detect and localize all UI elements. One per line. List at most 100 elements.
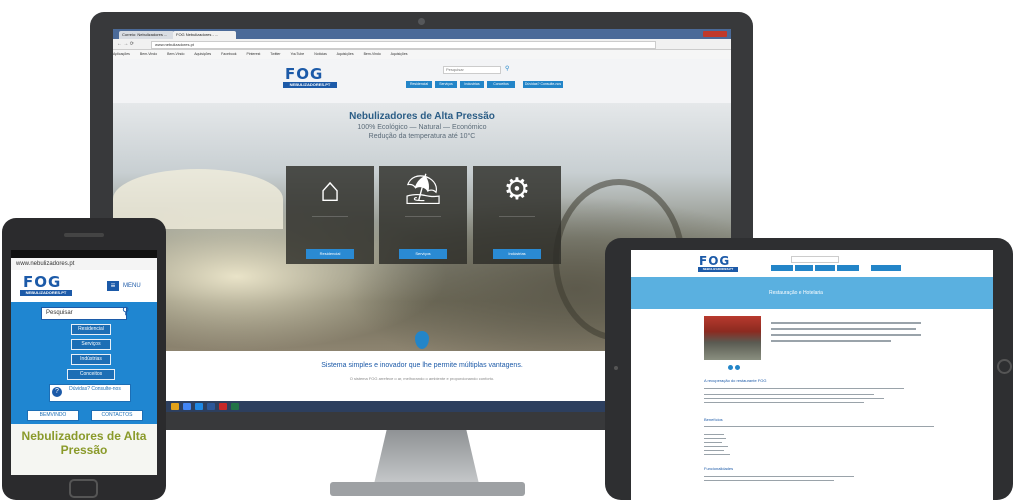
text-line <box>704 480 834 481</box>
bookmarks-bar: Aplicações Bem-Vindo Bem-Vindo Aquisiçõe… <box>113 50 731 59</box>
nav-conceitos[interactable]: Conceitos <box>487 81 515 88</box>
text-line <box>704 438 726 439</box>
url-input[interactable]: www.nebulizadores.pt <box>151 41 656 49</box>
bookmark[interactable]: YouTube <box>290 52 304 56</box>
bookmark[interactable]: Facebook <box>221 52 236 56</box>
carousel-dot[interactable] <box>728 365 733 370</box>
monitor-stand-base <box>330 482 525 496</box>
bookmark[interactable]: Aquisições <box>337 52 354 56</box>
text-line <box>704 434 724 435</box>
tablet-nav-item[interactable] <box>837 265 859 271</box>
phone-menu-label[interactable]: MENU <box>123 283 141 289</box>
card-description: ———————————— <box>312 214 348 218</box>
bookmark[interactable]: Pinterest <box>247 52 261 56</box>
tablet-nav-item[interactable] <box>815 265 835 271</box>
question-icon: ? <box>52 387 62 397</box>
tablet-contact-button[interactable] <box>871 265 901 271</box>
tablet-section-heading: Funcionalidades <box>704 466 734 471</box>
phone-menu-item[interactable]: Conceitos <box>67 369 115 380</box>
nav-industrias[interactable]: Industrias <box>460 81 484 88</box>
tablet-section-heading: Benefícios <box>704 417 723 422</box>
tablet-nav-item[interactable] <box>771 265 793 271</box>
hero-subtitle: 100% Ecológico — Natural — Económico <box>357 124 487 131</box>
skype-icon[interactable] <box>195 403 203 410</box>
text-line <box>704 450 724 451</box>
bookmark[interactable]: Notícias <box>314 52 327 56</box>
tablet-camera-dot <box>614 366 618 370</box>
search-icon[interactable]: ⚲ <box>505 65 509 72</box>
bookmark[interactable]: Aplicações <box>113 52 130 56</box>
bookmark[interactable]: Bem-Vindo <box>364 52 381 56</box>
phone-logo[interactable]: FOG <box>23 273 61 291</box>
card-description: ———————————— <box>499 214 535 218</box>
card-description: ———————————— <box>405 214 441 218</box>
band-text: O sistema FOG arrefece o ar, melhorando … <box>349 376 495 381</box>
text-line <box>704 426 934 427</box>
search-icon[interactable]: ⚲ <box>122 306 129 317</box>
bookmark[interactable]: Twitter <box>270 52 280 56</box>
phone-menu-item[interactable]: Indústrias <box>71 354 111 365</box>
text-line <box>771 322 921 324</box>
tablet-banner-title: Restauração e Hotelaria <box>769 290 823 296</box>
gears-icon: ⚙ <box>503 173 531 206</box>
phone-logo-subtitle: NEBULIZADORES.PT <box>20 290 72 296</box>
browser-icon[interactable] <box>183 403 191 410</box>
tablet-logo[interactable]: FOG <box>699 254 730 268</box>
word-icon[interactable] <box>207 403 215 410</box>
site-search-input[interactable]: Pesquisar <box>443 66 501 74</box>
carousel-dot[interactable] <box>735 365 740 370</box>
phone-menu-item[interactable]: Residencial <box>71 324 111 335</box>
phone-url-bar[interactable]: www.nebulizadores.pt <box>11 258 157 270</box>
industrias-button[interactable]: Indústrias <box>493 249 541 259</box>
phone-search-input[interactable]: Pesquisar <box>41 307 127 320</box>
browser-tab-active[interactable]: FOG Nebulizadores - ... <box>173 31 236 39</box>
text-line <box>771 328 916 330</box>
tablet-logo-subtitle: NEBULIZADORES.PT <box>698 267 738 272</box>
phone-page-title: Nebulizadores de Alta Pressão <box>21 429 147 457</box>
bookmark[interactable]: Aquisições <box>391 52 408 56</box>
bookmark[interactable]: Bem-Vindo <box>140 52 157 56</box>
text-line <box>704 476 854 477</box>
nav-contact-button[interactable]: Dúvidas? Consulte-nos <box>523 81 563 88</box>
site-logo[interactable]: FOG <box>285 65 323 83</box>
servicos-button[interactable]: Serviços <box>399 249 447 259</box>
excel-icon[interactable] <box>231 403 239 410</box>
text-line <box>704 388 904 389</box>
phone-menu-item[interactable]: Serviços <box>71 339 111 350</box>
residencial-button[interactable]: Residencial <box>306 249 354 259</box>
webcam-dot <box>418 18 425 25</box>
bookmark[interactable]: Aquisições <box>194 52 211 56</box>
monitor-stand-neck <box>374 430 479 484</box>
hamburger-icon[interactable]: ≡ <box>107 281 119 291</box>
site-logo-subtitle: NEBULIZADORES.PT <box>283 82 337 88</box>
hero-subtitle: Redução da temperatura até 10°C <box>368 133 476 140</box>
phone-screen: www.nebulizadores.pt FOG NEBULIZADORES.P… <box>11 250 157 475</box>
browser-tab[interactable]: Correio: Nebulizadores ... <box>119 31 174 39</box>
bookmark[interactable]: Bem-Vindo <box>167 52 184 56</box>
hero-title: Nebulizadores de Alta Pressão <box>349 111 495 122</box>
feature-card: ⛱ ———————————— Serviços <box>379 166 467 264</box>
tablet-nav-item[interactable] <box>795 265 813 271</box>
nav-arrows-icon[interactable]: ← → ⟳ <box>117 41 134 47</box>
text-line <box>704 398 884 399</box>
tablet-home-button[interactable] <box>997 359 1012 374</box>
folder-icon[interactable] <box>171 403 179 410</box>
tablet-section-heading: A recuperação do restaurante FOG <box>704 378 767 383</box>
phone-bemvindo-button[interactable]: BEMVINDO <box>27 410 79 421</box>
pdf-icon[interactable] <box>219 403 227 410</box>
nav-servicos[interactable]: Serviços <box>435 81 457 88</box>
window-close-icon[interactable] <box>703 31 727 37</box>
text-line <box>704 454 730 455</box>
phone-speaker <box>64 233 104 237</box>
patio-table-icon: ⛱ <box>403 173 443 206</box>
nav-residencial[interactable]: Residencial <box>406 81 432 88</box>
phone-home-button[interactable] <box>69 479 98 498</box>
house-icon: ⌂ <box>319 171 341 209</box>
phone-status-bar <box>11 250 157 258</box>
feature-card: ⚙ ———————————— Indústrias <box>473 166 561 264</box>
text-line <box>704 446 728 447</box>
tablet-search-input[interactable] <box>791 256 839 263</box>
text-line <box>771 340 891 342</box>
phone-contactos-button[interactable]: CONTACTOS <box>91 410 143 421</box>
feature-card: ⌂ ———————————— Residencial <box>286 166 374 264</box>
